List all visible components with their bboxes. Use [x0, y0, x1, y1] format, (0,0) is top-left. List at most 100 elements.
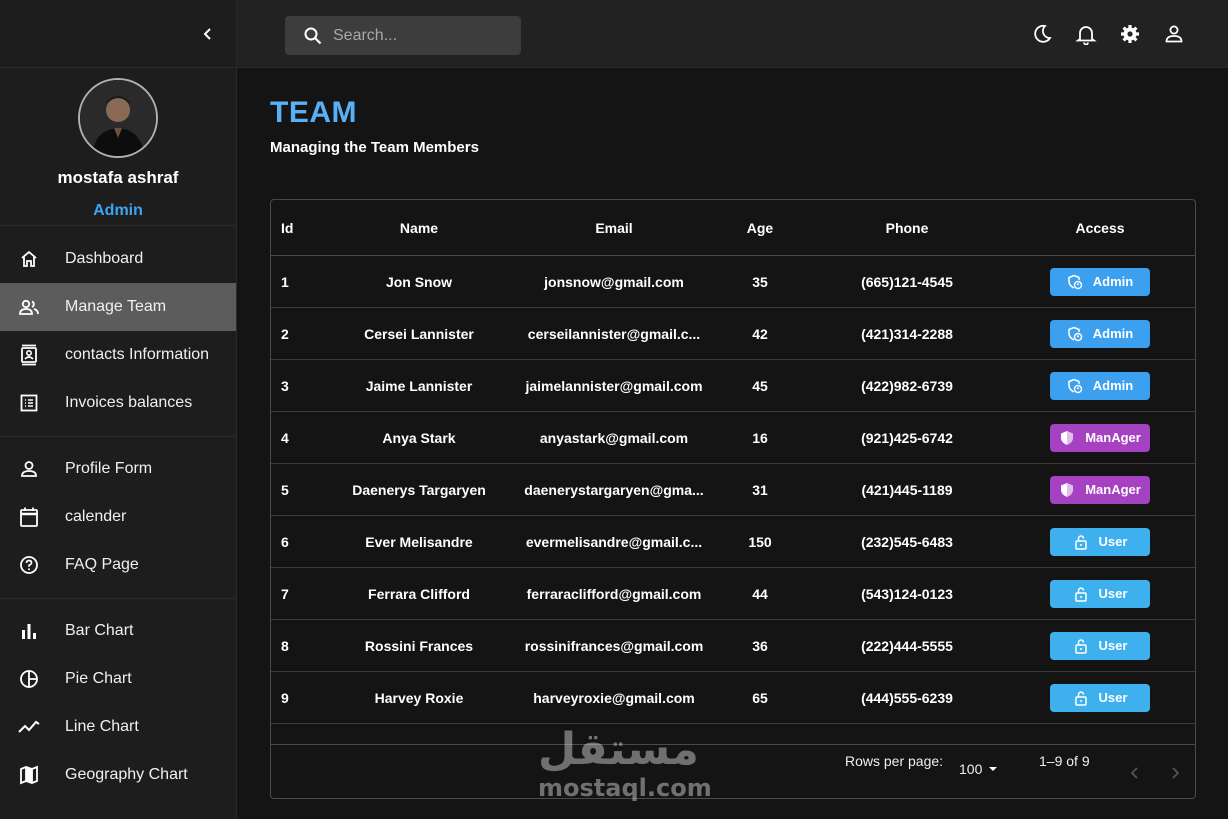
cell-access: ManAger	[1005, 423, 1195, 452]
sidebar-item-line-chart[interactable]: Line Chart	[0, 703, 236, 751]
column-header-access[interactable]: Access	[1005, 220, 1195, 236]
cell-age: 44	[752, 585, 768, 602]
page-title: TEAM	[270, 96, 357, 129]
access-badge-admin: Admin	[1050, 371, 1150, 400]
collapse-sidebar-button[interactable]	[196, 22, 220, 46]
sidebar-item-label: FAQ Page	[65, 556, 139, 573]
nav-group-pages: Profile Form calender FAQ Page	[0, 437, 236, 599]
cell-name: Rossini Frances	[364, 637, 474, 654]
rows-per-page-label: Rows per page:	[845, 753, 944, 769]
access-label: User	[1098, 534, 1128, 549]
cell-name: Anya Stark	[382, 429, 456, 446]
column-header-age[interactable]: Age	[711, 220, 809, 236]
sidebar-item-calendar[interactable]: calender	[0, 493, 236, 541]
search-box[interactable]	[285, 16, 521, 55]
rows-per-page-select[interactable]: 100	[959, 761, 1000, 777]
cell-phone: (444)555-6239	[861, 689, 953, 706]
access-label: Admin	[1092, 378, 1134, 393]
cell-access: Admin	[1005, 319, 1195, 348]
home-icon	[18, 248, 40, 270]
cell-phone: (421)445-1189	[861, 481, 953, 498]
sidebar-item-manage-team[interactable]: Manage Team	[0, 283, 236, 331]
cell-access: User	[1005, 527, 1195, 556]
page-subtitle: Managing the Team Members	[270, 139, 479, 156]
sidebar-item-dashboard[interactable]: Dashboard	[0, 235, 236, 283]
cell-name: Jon Snow	[385, 273, 453, 290]
line-chart-icon	[18, 716, 40, 738]
sidebar-item-pie-chart[interactable]: Pie Chart	[0, 655, 236, 703]
sidebar-item-faq[interactable]: FAQ Page	[0, 541, 236, 589]
account-icon[interactable]	[1162, 22, 1186, 46]
admin-shield-icon	[1068, 274, 1083, 289]
cell-phone: (422)982-6739	[861, 377, 953, 394]
cell-id: 4	[281, 429, 289, 446]
sidebar-item-geography-chart[interactable]: Geography Chart	[0, 751, 236, 799]
search-icon	[304, 27, 322, 44]
table-row[interactable]: 3 Jaime Lannister jaimelannister@gmail.com…	[271, 360, 1195, 412]
lock-open-icon	[1074, 690, 1087, 706]
security-shield-icon	[1061, 482, 1074, 497]
table-footer: Rows per page: 100 1–9 of 9	[271, 744, 1195, 798]
team-table: Id Name Email Age Phone Access 1 Jon Snow…	[270, 199, 1196, 799]
sidebar-item-label: Pie Chart	[65, 670, 132, 687]
cell-age: 16	[752, 429, 768, 446]
table-row[interactable]: 7 Ferrara Clifford ferraraclifford@gmail.c…	[271, 568, 1195, 620]
sidebar-item-bar-chart[interactable]: Bar Chart	[0, 607, 236, 655]
cell-access: User	[1005, 579, 1195, 608]
sidebar-item-label: Line Chart	[65, 718, 139, 735]
next-page-button[interactable]	[1163, 761, 1187, 785]
cell-phone: (222)444-5555	[861, 637, 953, 654]
chevron-right-icon	[1172, 767, 1180, 779]
access-label: User	[1098, 586, 1128, 601]
cell-id: 7	[281, 585, 289, 602]
table-row[interactable]: 9 Harvey Roxie harveyroxie@gmail.com 65 (444…	[271, 672, 1195, 724]
table-body: 1 Jon Snow jonsnow@gmail.com 35 (665)121-454…	[271, 256, 1195, 724]
sidebar-item-label: Geography Chart	[65, 766, 188, 783]
cell-email: jonsnow@gmail.com	[544, 273, 684, 290]
cell-email: cerseilannister@gmail.c...	[527, 325, 701, 342]
cell-id: 1	[281, 273, 289, 290]
table-row[interactable]: 4 Anya Stark anyastark@gmail.com 16 (921)425…	[271, 412, 1195, 464]
settings-icon[interactable]	[1118, 22, 1142, 46]
sidebar-item-profile-form[interactable]: Profile Form	[0, 445, 236, 493]
cell-name: Harvey Roxie	[374, 689, 464, 706]
access-badge-manager: ManAger	[1050, 475, 1150, 504]
contacts-icon	[18, 344, 40, 366]
column-header-id[interactable]: Id	[271, 220, 321, 236]
person-icon	[18, 458, 40, 480]
sidebar-item-label: contacts Information	[65, 346, 210, 363]
table-row[interactable]: 6 Ever Melisandre evermelisandre@gmail.c..…	[271, 516, 1195, 568]
sidebar-item-invoices[interactable]: Invoices balances	[0, 379, 236, 427]
table-row[interactable]: 8 Rossini Frances rossinifrances@gmail.com…	[271, 620, 1195, 672]
access-label: Admin	[1092, 326, 1134, 341]
cell-phone: (232)545-6483	[861, 533, 953, 550]
cell-id: 2	[281, 325, 289, 342]
topbar	[237, 0, 1228, 68]
avatar[interactable]	[78, 78, 158, 158]
access-label: ManAger	[1085, 482, 1141, 497]
sidebar-item-label: Invoices balances	[65, 394, 193, 411]
column-header-name[interactable]: Name	[321, 220, 517, 236]
cell-id: 3	[281, 377, 289, 394]
people-icon	[18, 296, 40, 318]
table-row[interactable]: 1 Jon Snow jonsnow@gmail.com 35 (665)121-454…	[271, 256, 1195, 308]
search-input[interactable]	[333, 26, 503, 45]
access-badge-manager: ManAger	[1050, 423, 1150, 452]
table-row[interactable]: 2 Cersei Lannister cerseilannister@gmail.c…	[271, 308, 1195, 360]
dark-mode-icon[interactable]	[1030, 22, 1054, 46]
previous-page-button[interactable]	[1123, 761, 1147, 785]
column-header-phone[interactable]: Phone	[809, 220, 1005, 236]
cell-age: 65	[752, 689, 768, 706]
sidebar-item-label: Manage Team	[65, 298, 167, 315]
access-badge-user: User	[1050, 527, 1150, 556]
notifications-icon[interactable]	[1074, 22, 1098, 46]
sidebar: mostafa ashraf Admin Dashboard Manage Te…	[0, 0, 237, 819]
security-shield-icon	[1061, 430, 1074, 445]
sidebar-item-contacts[interactable]: contacts Information	[0, 331, 236, 379]
table-row[interactable]: 5 Daenerys Targaryen daenerystargaryen@gma…	[271, 464, 1195, 516]
rows-per-page-value: 100	[959, 761, 983, 777]
column-header-email[interactable]: Email	[517, 220, 711, 236]
cell-name: Ever Melisandre	[365, 533, 473, 550]
admin-shield-icon	[1068, 326, 1083, 341]
cell-email: jaimelannister@gmail.com	[525, 377, 703, 394]
